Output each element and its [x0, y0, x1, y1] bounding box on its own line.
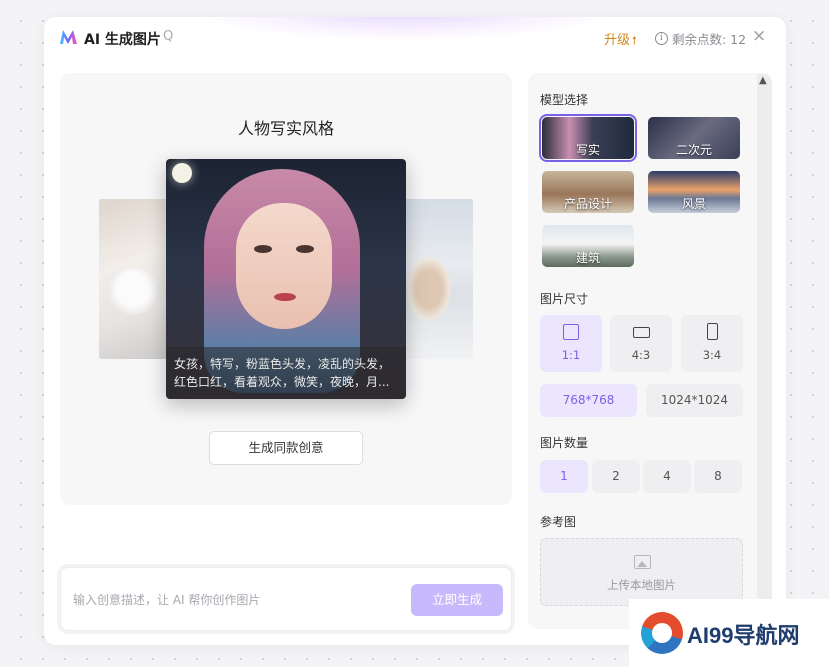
model-option-realistic[interactable]: 写实: [539, 114, 637, 162]
style-title: 人物写实风格: [237, 119, 334, 138]
prev-example-image[interactable]: [99, 199, 173, 359]
size-label-text: 3:4: [702, 348, 722, 362]
site-watermark: AI99导航网: [629, 599, 829, 667]
watermark-logo-icon: [641, 612, 683, 654]
dialog-header: AI 生成图片 Q 升级 🠕 i 剩余点数: 12 ×: [44, 17, 786, 59]
landscape-icon: [633, 327, 650, 338]
reference-label: 参考图: [540, 515, 577, 529]
example-caption: 女孩，特写，粉蓝色头发，凌乱的头发，红色口红，看着观众，微笑，夜晚，月...: [166, 347, 406, 399]
portrait-lips: [274, 293, 296, 301]
size-label-text: 4:3: [631, 348, 651, 362]
moon: [172, 163, 192, 183]
app-title: AI 生成图片: [84, 32, 161, 48]
style-preview: 人物写实风格 女孩，特写，粉蓝色头发，凌乱的头发，红色口红，看着观众，微笑，夜晚…: [60, 73, 512, 505]
resolution-option-1024[interactable]: 1024*1024: [646, 384, 743, 417]
model-option-product[interactable]: 产品设计: [542, 171, 634, 213]
count-option-4[interactable]: 4: [643, 460, 691, 493]
model-name: 二次元: [675, 143, 712, 157]
cat-figure: [403, 251, 455, 327]
info-icon: i: [655, 32, 668, 45]
model-option-anime[interactable]: 二次元: [648, 117, 740, 159]
settings-panel: ▲ 模型选择 写实 二次元 产品设计 风景 建筑 图片尺寸 1:1 4:3 3:…: [528, 73, 772, 629]
size-option-4-3[interactable]: 4:3: [610, 315, 672, 372]
portrait-eye-right: [296, 245, 314, 253]
model-name: 写实: [575, 143, 600, 157]
size-label-text: 1:1: [561, 348, 581, 362]
square-icon: [563, 324, 579, 340]
points-label: 剩余点数: 12: [672, 32, 747, 47]
close-icon[interactable]: ×: [752, 26, 766, 46]
app-logo-icon: [60, 30, 77, 44]
next-example-image[interactable]: [399, 199, 473, 359]
image-icon: [634, 555, 651, 569]
size-label: 图片尺寸: [540, 292, 589, 306]
panel-scrollbar[interactable]: ▲: [757, 73, 772, 629]
count-option-1[interactable]: 1: [540, 460, 588, 493]
count-option-8[interactable]: 8: [694, 460, 742, 493]
dog-figure: [109, 267, 157, 323]
model-option-architecture[interactable]: 建筑: [542, 225, 634, 267]
watermark-text: AI99导航网: [687, 623, 800, 648]
portrait-eye-left: [254, 245, 272, 253]
size-option-3-4[interactable]: 3:4: [681, 315, 743, 372]
model-label: 模型选择: [540, 93, 589, 107]
model-name: 产品设计: [563, 197, 612, 211]
example-image[interactable]: 女孩，特写，粉蓝色头发，凌乱的头发，红色口红，看着观众，微笑，夜晚，月...: [166, 159, 406, 399]
arrow-up-icon: 🠕: [632, 34, 637, 47]
resolution-option-768[interactable]: 768*768: [540, 384, 637, 417]
model-name: 风景: [681, 197, 706, 211]
portrait-face: [236, 203, 332, 329]
upgrade-button[interactable]: 升级 🠕: [604, 29, 637, 51]
prompt-input[interactable]: [73, 590, 393, 610]
prompt-bar: 立即生成: [60, 567, 512, 631]
count-option-2[interactable]: 2: [592, 460, 640, 493]
upgrade-label: 升级: [604, 33, 631, 48]
model-option-scenery[interactable]: 风景: [648, 171, 740, 213]
size-option-1-1[interactable]: 1:1: [540, 315, 602, 372]
generate-button[interactable]: 立即生成: [411, 584, 503, 616]
count-label: 图片数量: [540, 436, 589, 450]
generate-similar-button[interactable]: 生成同款创意: [209, 431, 363, 465]
model-name: 建筑: [575, 251, 600, 265]
upload-reference-image[interactable]: 上传本地图片: [540, 538, 743, 606]
ai-image-dialog: AI 生成图片 Q 升级 🠕 i 剩余点数: 12 × 人物写实风格 女孩，特写，…: [44, 17, 786, 645]
portrait-icon: [707, 323, 718, 340]
help-icon[interactable]: Q: [163, 29, 173, 44]
chevron-up-icon[interactable]: ▲: [759, 75, 767, 86]
points-remaining: i 剩余点数: 12: [655, 29, 746, 48]
upload-label: 上传本地图片: [607, 578, 676, 592]
